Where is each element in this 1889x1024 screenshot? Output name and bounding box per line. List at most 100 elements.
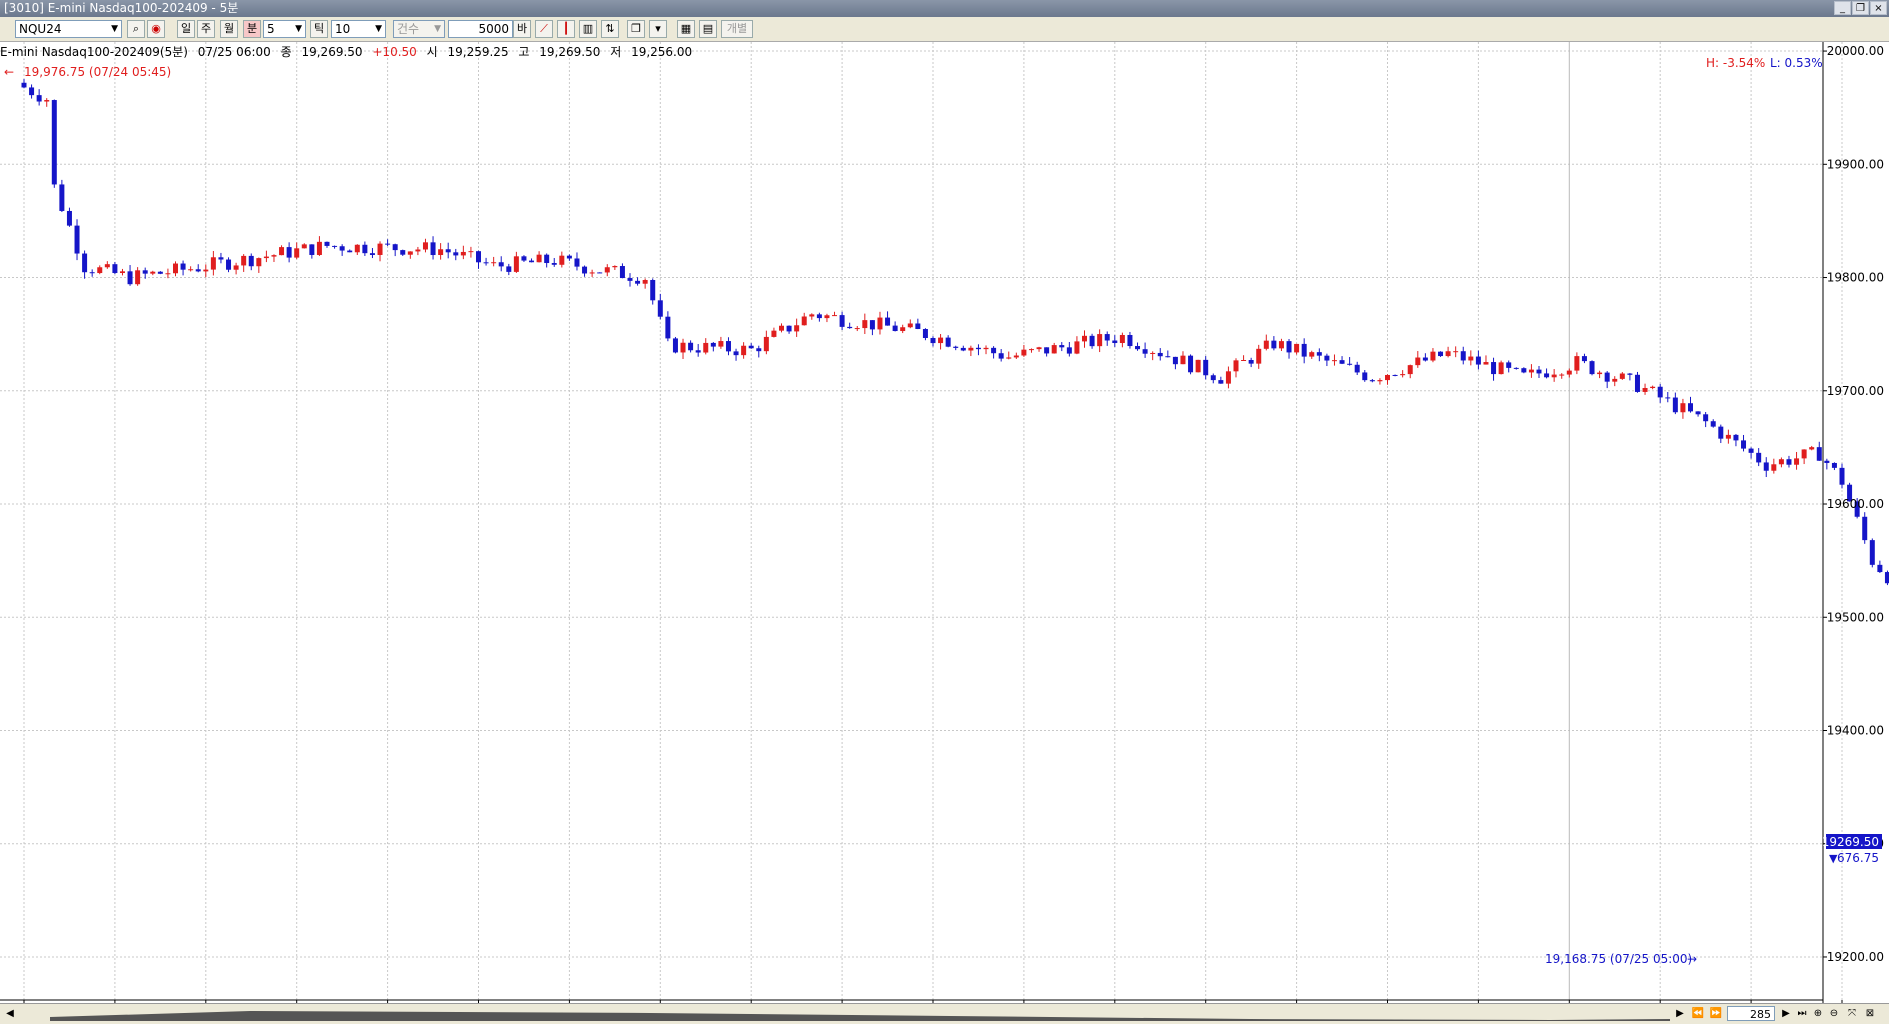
period-day-button[interactable]: 일 — [177, 20, 195, 38]
candle-body — [385, 244, 390, 245]
minimize-button[interactable]: _ — [1834, 1, 1851, 15]
bar-chart-button[interactable]: ▥ — [579, 20, 597, 38]
bars-input[interactable]: 5000 — [448, 20, 513, 38]
candle-body — [1037, 347, 1042, 349]
candle-body — [794, 325, 799, 331]
period-month-button[interactable]: 월 — [220, 20, 238, 38]
candle-body — [1726, 435, 1731, 439]
zoom-out-icon[interactable]: ⊖ — [1826, 1006, 1842, 1021]
candle-body — [1544, 373, 1549, 377]
fullscreen-icon[interactable]: ⊠ — [1862, 1006, 1878, 1021]
candle-body — [446, 249, 451, 252]
price-tick-label: 19400.00 — [1827, 723, 1884, 737]
candle-body — [582, 267, 587, 274]
bars-unit-button[interactable]: 바 — [513, 20, 531, 38]
candle-body — [1514, 368, 1519, 369]
restore-button[interactable]: ❐ — [1852, 1, 1869, 15]
scroll-left-icon[interactable]: ◀ — [2, 1006, 18, 1021]
candle-body — [1438, 352, 1443, 356]
overview-strip[interactable] — [50, 1007, 1670, 1021]
candle-body — [1377, 380, 1382, 381]
candle-body — [643, 280, 648, 284]
candle-chart-button[interactable]: ┃ — [557, 20, 575, 38]
candle-body — [544, 255, 549, 263]
info-low: 19,256.00 — [631, 45, 692, 59]
zoom-input[interactable]: 285 — [1727, 1006, 1775, 1021]
candle-body — [1840, 468, 1845, 485]
updown-button[interactable]: ⇅ — [601, 20, 619, 38]
settings-button[interactable]: ▾ — [649, 20, 667, 38]
candle-body — [756, 348, 761, 351]
candle-body — [188, 269, 193, 270]
tick-combo[interactable]: 10 ▼ — [331, 20, 386, 38]
chart-scrollbar[interactable]: ◀ ▶ ⏪ ⏩ 285 ▶ ⏭ ⊕ ⊖ ⤧ ⊠ — [0, 1003, 1889, 1024]
candle-body — [809, 314, 814, 316]
candle-body — [491, 262, 496, 263]
rewind-icon[interactable]: ⏪ — [1690, 1006, 1706, 1021]
price-chart[interactable]: 20000.0019900.0019800.0019700.0019600.00… — [0, 42, 1889, 1003]
line-chart-button[interactable]: ⟋ — [535, 20, 553, 38]
compare-button[interactable]: 개별 — [721, 20, 753, 38]
scroll-right-icon[interactable]: ▶ — [1672, 1006, 1688, 1021]
candle-body — [1862, 517, 1867, 540]
candle-body — [893, 326, 898, 331]
candle-body — [120, 271, 125, 273]
interval-combo[interactable]: 5 ▼ — [263, 20, 306, 38]
candle-body — [1749, 449, 1754, 453]
search-icon: ⌕ — [133, 22, 139, 35]
candle-body — [355, 245, 360, 252]
candle-body — [1135, 346, 1140, 349]
zoom-in-icon[interactable]: ⊕ — [1810, 1006, 1826, 1021]
candle-body — [378, 244, 383, 255]
candle-body — [953, 347, 958, 348]
period-week-button[interactable]: 주 — [197, 20, 215, 38]
candle-body — [817, 314, 822, 318]
line-chart-icon: ⟋ — [540, 22, 548, 35]
table-button[interactable]: ▤ — [699, 20, 717, 38]
candle-body — [173, 264, 178, 274]
search-button[interactable]: ⌕ — [127, 20, 145, 38]
candle-body — [1453, 351, 1458, 352]
candle-body — [976, 348, 981, 349]
candle-body — [1105, 334, 1110, 340]
candle-body — [877, 318, 882, 330]
candle-body — [1309, 352, 1314, 356]
candle-body — [703, 343, 708, 353]
end-icon[interactable]: ⏭ — [1794, 1006, 1810, 1021]
candle-body — [1423, 358, 1428, 361]
candle-body — [726, 341, 731, 351]
count-combo[interactable]: 건수 ▼ — [393, 20, 445, 38]
candle-body — [256, 258, 261, 266]
candle-body — [1256, 349, 1261, 364]
candle-body — [1817, 447, 1822, 461]
fast-forward-icon[interactable]: ⏩ — [1708, 1006, 1724, 1021]
candle-body — [999, 353, 1004, 358]
candle-body — [461, 252, 466, 255]
candle-body — [1696, 411, 1701, 414]
candle-body — [143, 270, 148, 273]
candle-body — [1741, 440, 1746, 448]
candle-body — [711, 343, 716, 347]
symbol-combo[interactable]: NQU24 ▼ — [15, 20, 122, 38]
tick-value: 10 — [335, 22, 350, 36]
play-icon[interactable]: ▶ — [1778, 1006, 1794, 1021]
candle-body — [1294, 344, 1299, 352]
copy-button[interactable]: ❐ — [627, 20, 645, 38]
fit-icon[interactable]: ⤧ — [1844, 1006, 1860, 1021]
chevron-down-icon: ▼ — [295, 21, 302, 37]
candle-body — [885, 318, 890, 326]
layout-button[interactable]: ▦ — [677, 20, 695, 38]
window-titlebar: [3010] E-mini Nasdaq100-202409 - 5분 _ ❐ … — [0, 0, 1889, 17]
candle-body — [665, 317, 670, 339]
candle-body — [1188, 356, 1193, 373]
candle-body — [196, 269, 201, 271]
candle-body — [620, 266, 625, 278]
candle-body — [165, 273, 170, 274]
candle-body — [787, 326, 792, 332]
period-minute-button[interactable]: 분 — [243, 20, 261, 38]
tick-button[interactable]: 틱 — [310, 20, 328, 38]
candle-body — [862, 320, 867, 328]
symbol-find-button[interactable]: ◉ — [147, 20, 165, 38]
close-button[interactable]: × — [1870, 1, 1887, 15]
candle-body — [915, 323, 920, 329]
